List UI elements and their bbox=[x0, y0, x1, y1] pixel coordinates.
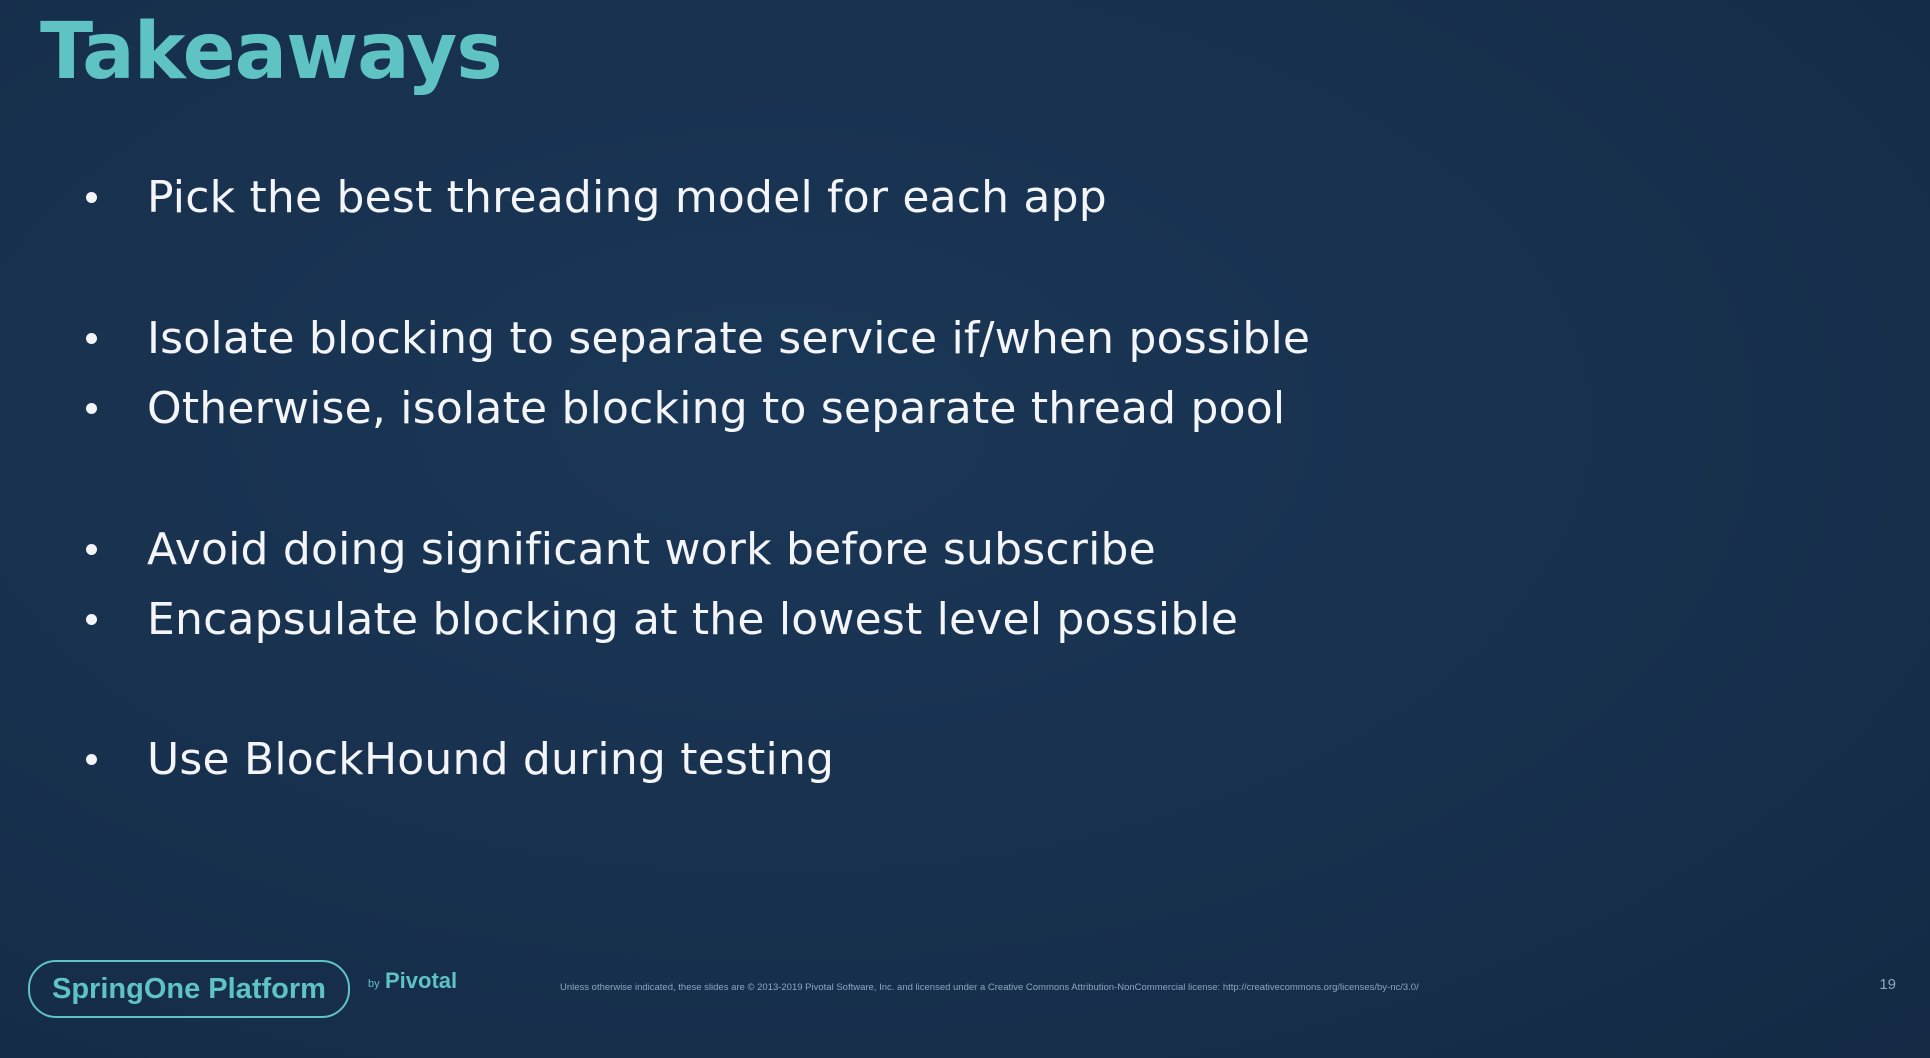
page-number: 19 bbox=[1879, 976, 1896, 993]
bullet-dot-icon bbox=[86, 543, 97, 555]
slide: Takeaways Pick the best threading model … bbox=[0, 0, 1930, 1058]
slide-footer: SpringOne Platform by Pivotal Unless oth… bbox=[0, 938, 1930, 1058]
logo-by-label: by bbox=[368, 978, 380, 990]
bullet-item: Encapsulate blocking at the lowest level… bbox=[82, 589, 1238, 649]
bullet-text: Use BlockHound during testing bbox=[147, 733, 835, 785]
bullet-text: Otherwise, isolate blocking to separate … bbox=[147, 382, 1286, 434]
bullet-dot-icon bbox=[86, 332, 97, 344]
legal-notice: Unless otherwise indicated, these slides… bbox=[560, 982, 1419, 993]
pivotal-logo: Pivotal bbox=[385, 968, 458, 993]
bullet-item: Otherwise, isolate blocking to separate … bbox=[82, 378, 1285, 438]
bullet-item: Use BlockHound during testing bbox=[82, 729, 834, 789]
bullet-dot-icon bbox=[86, 191, 97, 203]
bullet-dot-icon bbox=[86, 402, 97, 414]
bullet-text: Avoid doing significant work before subs… bbox=[147, 523, 1156, 575]
bullet-text: Pick the best threading model for each a… bbox=[147, 171, 1107, 223]
bullet-list: Pick the best threading model for each a… bbox=[0, 0, 1930, 1058]
bullet-item: Pick the best threading model for each a… bbox=[82, 167, 1107, 227]
bullet-item: Avoid doing significant work before subs… bbox=[82, 519, 1156, 579]
bullet-text: Isolate blocking to separate service if/… bbox=[147, 312, 1311, 364]
springone-platform-logo: SpringOne Platform bbox=[28, 960, 350, 1018]
bullet-item: Isolate blocking to separate service if/… bbox=[82, 308, 1310, 368]
bullet-dot-icon bbox=[86, 753, 97, 765]
bullet-text: Encapsulate blocking at the lowest level… bbox=[147, 593, 1239, 645]
bullet-dot-icon bbox=[86, 613, 97, 625]
